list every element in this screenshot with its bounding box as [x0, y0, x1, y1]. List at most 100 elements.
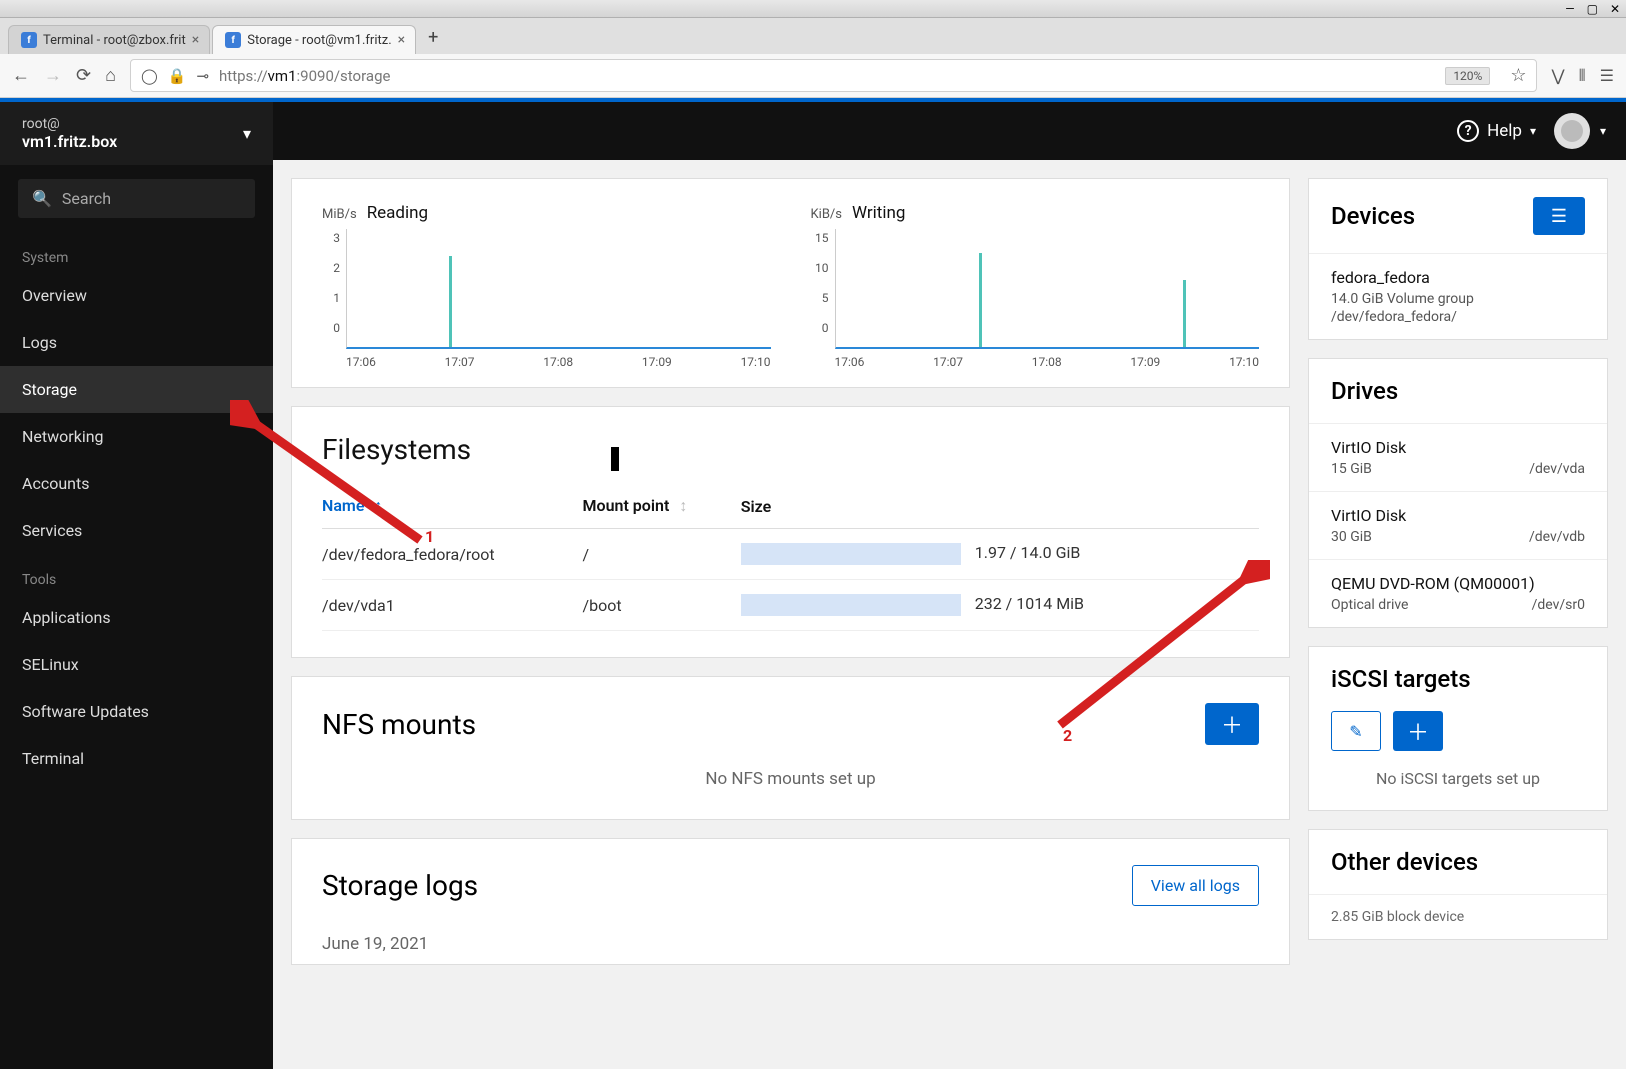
edit-icon: ✎ — [1349, 722, 1362, 741]
maximize-icon[interactable]: ▢ — [1587, 2, 1598, 16]
iscsi-card: iSCSI targets ✎ ＋ No iSCSI targets set u… — [1308, 646, 1608, 811]
url-protocol: https:// — [219, 67, 268, 85]
filesystems-table: Name↑ Mount point↕ Size /dev/fedora_fedo… — [322, 484, 1259, 631]
table-row[interactable]: /dev/fedora_fedora/root / 1.97 / 14.0 Gi… — [322, 529, 1259, 580]
hamburger-icon: ☰ — [1551, 206, 1567, 227]
sidebar-item-applications[interactable]: Applications — [0, 594, 273, 641]
filesystems-card: Filesystems Name↑ Mount point↕ Size /dev… — [291, 406, 1290, 658]
browser-tab-bar: f Terminal - root@zbox.frit × f Storage … — [0, 18, 1626, 54]
io-charts-card: MiB/s Reading 3 2 1 0 — [291, 178, 1290, 388]
sidebar-item-accounts[interactable]: Accounts — [0, 460, 273, 507]
col-mount[interactable]: Mount point↕ — [583, 484, 741, 529]
annotation-label-2: 2 — [1063, 726, 1072, 745]
x-axis: 17:06 17:07 17:08 17:09 17:10 — [811, 349, 1260, 369]
sidebar-item-services[interactable]: Services — [0, 507, 273, 554]
iscsi-edit-button[interactable]: ✎ — [1331, 711, 1381, 751]
nfs-title: NFS mounts — [322, 708, 476, 741]
drive-item[interactable]: QEMU DVD-ROM (QM00001) Optical drive/dev… — [1309, 559, 1607, 627]
search-input[interactable]: 🔍 Search — [18, 179, 255, 218]
nfs-empty-text: No NFS mounts set up — [322, 769, 1259, 789]
lock-icon[interactable]: 🔒 — [168, 67, 187, 85]
fs-mount: /boot — [583, 580, 741, 631]
view-all-logs-button[interactable]: View all logs — [1132, 865, 1259, 906]
browser-toolbar: ← → ⟳ ⌂ ◯ 🔒 ⊸ https://vm1:9090/storage 1… — [0, 54, 1626, 98]
back-button[interactable]: ← — [12, 65, 30, 86]
sidebar-item-overview[interactable]: Overview — [0, 272, 273, 319]
zoom-badge[interactable]: 120% — [1445, 67, 1490, 85]
pocket-icon[interactable]: ⋁ — [1551, 66, 1564, 85]
table-row[interactable]: /dev/vda1 /boot 232 / 1014 MiB — [322, 580, 1259, 631]
reading-chart: MiB/s Reading 3 2 1 0 — [322, 203, 771, 369]
devices-menu-button[interactable]: ☰ — [1533, 197, 1585, 235]
url-host: vm1 — [268, 67, 297, 85]
side-group-label: Tools — [0, 554, 273, 594]
chart-unit: KiB/s — [811, 207, 843, 222]
drive-item[interactable]: VirtIO Disk 15 GiB/dev/vda — [1309, 423, 1607, 491]
plus-icon: ＋ — [1221, 708, 1243, 740]
tab-title: Terminal - root@zbox.frit — [43, 33, 186, 48]
help-label: Help — [1487, 121, 1522, 141]
home-button[interactable]: ⌂ — [105, 65, 116, 86]
add-nfs-button[interactable]: ＋ — [1205, 703, 1259, 745]
side-group-label: System — [0, 232, 273, 272]
tab-title: Storage - root@vm1.fritz. — [247, 33, 391, 48]
plus-icon: ＋ — [1407, 715, 1429, 747]
sidebar-item-networking[interactable]: Networking — [0, 413, 273, 460]
host-user: root@ — [22, 116, 117, 132]
sidebar-item-software-updates[interactable]: Software Updates — [0, 688, 273, 735]
user-menu[interactable]: ▾ — [1554, 113, 1606, 149]
new-tab-button[interactable]: + — [418, 21, 448, 54]
col-size[interactable]: Size — [741, 484, 1259, 529]
close-window-icon[interactable]: ✕ — [1610, 2, 1620, 16]
minimize-icon[interactable]: — — [1565, 2, 1574, 16]
text-cursor — [611, 447, 619, 471]
host-name: vm1.fritz.box — [22, 132, 117, 151]
iscsi-title: iSCSI targets — [1331, 665, 1471, 693]
iscsi-add-button[interactable]: ＋ — [1393, 711, 1443, 751]
help-button[interactable]: ? Help ▾ — [1457, 120, 1536, 142]
hamburger-menu-icon[interactable]: ☰ — [1600, 66, 1614, 85]
chart-unit: MiB/s — [322, 207, 357, 222]
host-selector[interactable]: root@ vm1.fritz.box ▾ — [0, 102, 273, 165]
chart-title: Reading — [367, 203, 428, 223]
devices-card: Devices ☰ fedora_fedora 14.0 GiB Volume … — [1308, 178, 1608, 340]
other-device-item[interactable]: 2.85 GiB block device — [1309, 894, 1607, 939]
fs-mount: / — [583, 529, 741, 580]
sidebar-item-storage[interactable]: Storage — [0, 366, 273, 413]
tab-favicon-icon: f — [225, 32, 241, 48]
usage-text: 1.97 / 14.0 GiB — [975, 543, 1081, 562]
sidebar-item-selinux[interactable]: SELinux — [0, 641, 273, 688]
sort-neutral-icon: ↕ — [679, 496, 687, 515]
drives-title: Drives — [1331, 377, 1398, 405]
other-title: Other devices — [1331, 848, 1478, 876]
drive-item[interactable]: VirtIO Disk 30 GiB/dev/vdb — [1309, 491, 1607, 559]
x-axis: 17:06 17:07 17:08 17:09 17:10 — [322, 349, 771, 369]
forward-button[interactable]: → — [44, 65, 62, 86]
logs-title: Storage logs — [322, 869, 478, 902]
address-bar[interactable]: ◯ 🔒 ⊸ https://vm1:9090/storage 120% ☆ — [130, 59, 1538, 92]
other-devices-card: Other devices 2.85 GiB block device — [1308, 829, 1608, 940]
sidebar-item-terminal[interactable]: Terminal — [0, 735, 273, 782]
chart-title: Writing — [852, 203, 905, 223]
key-icon[interactable]: ⊸ — [196, 67, 209, 85]
close-tab-icon[interactable]: × — [398, 32, 405, 48]
shield-icon[interactable]: ◯ — [141, 67, 158, 85]
y-axis: 15 10 5 0 — [811, 229, 835, 349]
browser-tab[interactable]: f Storage - root@vm1.fritz. × — [212, 25, 416, 54]
chevron-down-icon: ▾ — [1600, 124, 1606, 138]
bookmark-star-icon[interactable]: ☆ — [1510, 65, 1526, 86]
sort-asc-icon: ↑ — [374, 496, 382, 515]
device-item[interactable]: fedora_fedora 14.0 GiB Volume group /dev… — [1309, 253, 1607, 339]
devices-title: Devices — [1331, 202, 1415, 230]
url-path: :9090/storage — [297, 67, 391, 85]
filesystems-title: Filesystems — [322, 433, 471, 466]
reload-button[interactable]: ⟳ — [76, 65, 91, 86]
close-tab-icon[interactable]: × — [192, 32, 199, 48]
col-name[interactable]: Name↑ — [322, 484, 583, 529]
browser-tab[interactable]: f Terminal - root@zbox.frit × — [8, 25, 210, 54]
search-placeholder: Search — [62, 189, 111, 208]
library-icon[interactable]: ⦀ — [1579, 66, 1586, 86]
help-icon: ? — [1457, 120, 1479, 142]
sidebar-item-logs[interactable]: Logs — [0, 319, 273, 366]
nfs-card: NFS mounts ＋ No NFS mounts set up — [291, 676, 1290, 820]
